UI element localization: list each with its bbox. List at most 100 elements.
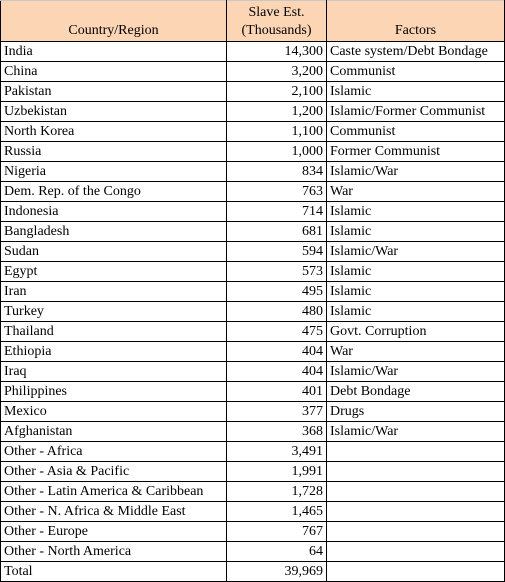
table-row: Other - Latin America & Caribbean 1,728	[0, 481, 505, 502]
estimate-cell: 681	[226, 221, 327, 242]
estimate-cell: 834	[226, 161, 327, 182]
country-cell: North Korea	[0, 121, 227, 142]
header-factors: Factors	[326, 0, 505, 42]
estimate-cell: 594	[226, 241, 327, 262]
country-cell: Other - Latin America & Caribbean	[0, 481, 227, 502]
factors-cell: Islamic/War	[326, 241, 505, 262]
country-cell: India	[0, 41, 227, 62]
factors-cell	[326, 461, 505, 482]
country-cell: Dem. Rep. of the Congo	[0, 181, 227, 202]
country-cell: Other - Asia & Pacific	[0, 461, 227, 482]
table-row: Egypt 573 Islamic	[0, 261, 505, 282]
country-cell: Pakistan	[0, 81, 227, 102]
table-row: China 3,200 Communist	[0, 61, 505, 82]
estimate-cell: 404	[226, 361, 327, 382]
factors-cell: Govt. Corruption	[326, 321, 505, 342]
table-row: Dem. Rep. of the Congo 763 War	[0, 181, 505, 202]
factors-cell	[326, 501, 505, 522]
country-cell: Philippines	[0, 381, 227, 402]
header-estimate-line2: (Thousands)	[241, 23, 312, 38]
factors-cell: Islamic	[326, 81, 505, 102]
table-row: North Korea 1,100 Communist	[0, 121, 505, 142]
estimate-cell: 573	[226, 261, 327, 282]
factors-cell: Caste system/Debt Bondage	[326, 41, 505, 62]
country-cell: Iran	[0, 281, 227, 302]
factors-cell: War	[326, 181, 505, 202]
factors-cell: Islamic	[326, 281, 505, 302]
country-cell: Other - North America	[0, 541, 227, 562]
estimate-cell: 1,728	[226, 481, 327, 502]
factors-cell	[326, 521, 505, 542]
estimate-cell: 1,465	[226, 501, 327, 522]
table-row: Total 39,969	[0, 561, 505, 582]
estimate-cell: 480	[226, 301, 327, 322]
table-row: Nigeria 834 Islamic/War	[0, 161, 505, 182]
country-cell: Russia	[0, 141, 227, 162]
factors-cell: Islamic	[326, 201, 505, 222]
country-cell: Uzbekistan	[0, 101, 227, 122]
table-row: Ethiopia 404 War	[0, 341, 505, 362]
country-cell: China	[0, 61, 227, 82]
country-cell: Indonesia	[0, 201, 227, 222]
estimate-cell: 767	[226, 521, 327, 542]
table-row: Other - Asia & Pacific 1,991	[0, 461, 505, 482]
country-cell: Other - Europe	[0, 521, 227, 542]
header-estimate: Slave Est. (Thousands)	[226, 0, 327, 42]
table-row: Russia 1,000 Former Communist	[0, 141, 505, 162]
country-cell: Sudan	[0, 241, 227, 262]
factors-cell	[326, 561, 505, 582]
table-row: Iraq 404 Islamic/War	[0, 361, 505, 382]
header-row: Country/Region Slave Est. (Thousands) Fac…	[0, 0, 505, 42]
table-row: Philippines 401 Debt Bondage	[0, 381, 505, 402]
factors-cell: Debt Bondage	[326, 381, 505, 402]
table-row: Mexico 377 Drugs	[0, 401, 505, 422]
table-row: Iran 495 Islamic	[0, 281, 505, 302]
country-cell: Other - Africa	[0, 441, 227, 462]
table-row: Pakistan 2,100 Islamic	[0, 81, 505, 102]
factors-cell: Former Communist	[326, 141, 505, 162]
estimate-cell: 2,100	[226, 81, 327, 102]
table-row: Other - Africa 3,491	[0, 441, 505, 462]
table-body: India 14,300 Caste system/Debt Bondage Chin…	[0, 41, 505, 582]
estimate-cell: 1,991	[226, 461, 327, 482]
table-row: Other - Europe 767	[0, 521, 505, 542]
estimate-cell: 3,491	[226, 441, 327, 462]
factors-cell: Communist	[326, 61, 505, 82]
estimate-cell: 1,200	[226, 101, 327, 122]
estimate-cell: 763	[226, 181, 327, 202]
country-cell: Bangladesh	[0, 221, 227, 242]
estimate-cell: 404	[226, 341, 327, 362]
country-cell: Nigeria	[0, 161, 227, 182]
estimate-cell: 495	[226, 281, 327, 302]
table-row: Afghanistan 368 Islamic/War	[0, 421, 505, 442]
estimate-cell: 1,000	[226, 141, 327, 162]
table-row: Indonesia 714 Islamic	[0, 201, 505, 222]
estimate-cell: 39,969	[226, 561, 327, 582]
estimate-cell: 475	[226, 321, 327, 342]
estimate-cell: 3,200	[226, 61, 327, 82]
header-country: Country/Region	[0, 0, 227, 42]
country-cell: Thailand	[0, 321, 227, 342]
factors-cell: Islamic/War	[326, 421, 505, 442]
factors-cell: Islamic	[326, 261, 505, 282]
table-row: Thailand 475 Govt. Corruption	[0, 321, 505, 342]
country-cell: Turkey	[0, 301, 227, 322]
factors-cell: Islamic	[326, 301, 505, 322]
factors-cell: Islamic/War	[326, 361, 505, 382]
estimate-cell: 368	[226, 421, 327, 442]
country-cell: Iraq	[0, 361, 227, 382]
factors-cell: War	[326, 341, 505, 362]
factors-cell: Islamic/Former Communist	[326, 101, 505, 122]
estimate-cell: 14,300	[226, 41, 327, 62]
country-cell: Egypt	[0, 261, 227, 282]
table-row: Turkey 480 Islamic	[0, 301, 505, 322]
factors-cell	[326, 541, 505, 562]
header-estimate-line1: Slave Est.	[248, 5, 305, 20]
factors-cell	[326, 441, 505, 462]
factors-cell: Communist	[326, 121, 505, 142]
country-cell: Mexico	[0, 401, 227, 422]
table-row: Uzbekistan 1,200 Islamic/Former Communist	[0, 101, 505, 122]
table-row: Bangladesh 681 Islamic	[0, 221, 505, 242]
country-cell: Ethiopia	[0, 341, 227, 362]
estimate-cell: 64	[226, 541, 327, 562]
